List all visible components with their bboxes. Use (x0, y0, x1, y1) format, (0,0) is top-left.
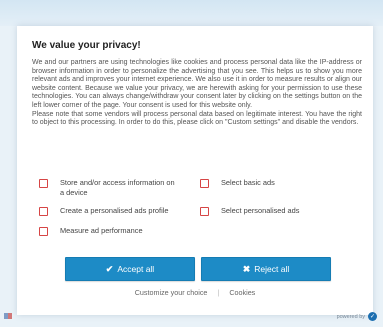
checkbox-select-personalised-ads[interactable] (200, 207, 209, 216)
cookies-link[interactable]: Cookies (229, 288, 255, 297)
accept-all-button[interactable]: ✔ Accept all (65, 257, 195, 281)
reject-all-button[interactable]: ✖ Reject all (201, 257, 331, 281)
accept-all-label: Accept all (117, 264, 155, 274)
option-label: Select personalised ads (221, 206, 300, 215)
option-label: Measure ad performance (60, 226, 143, 235)
flag-settings-icon[interactable] (4, 313, 12, 319)
checkbox-store-access-info[interactable] (39, 179, 48, 188)
consent-description: We and our partners are using technologi… (32, 59, 362, 127)
shield-logo-icon: ✓ (368, 312, 377, 321)
option-personalised-ads-profile[interactable]: Create a personalised ads profile (39, 206, 189, 216)
checkbox-personalised-ads-profile[interactable] (39, 207, 48, 216)
customize-choice-link[interactable]: Customize your choice (135, 288, 208, 297)
option-label: Store and/or access information on a dev… (60, 178, 175, 197)
page-header-background (0, 0, 383, 26)
option-measure-ad-performance[interactable]: Measure ad performance (39, 226, 189, 236)
powered-by-text: powered by (336, 313, 365, 320)
privacy-consent-dialog: We value your privacy! We and our partne… (17, 26, 373, 315)
option-label: Select basic ads (221, 178, 275, 187)
checkbox-measure-ad-performance[interactable] (39, 227, 48, 236)
x-icon: ✖ (242, 263, 251, 274)
option-select-basic-ads[interactable]: Select basic ads (200, 178, 350, 188)
option-label: Create a personalised ads profile (60, 206, 169, 215)
reject-all-label: Reject all (254, 264, 290, 274)
link-separator: | (217, 288, 220, 297)
footer-links: Customize your choice | Cookies (17, 288, 373, 297)
powered-by-badge: powered by ✓ (337, 312, 377, 321)
option-store-access-info[interactable]: Store and/or access information on a dev… (39, 178, 179, 198)
checkmark-icon: ✔ (105, 263, 114, 274)
dialog-body-text: We and our partners are using technologi… (32, 59, 362, 128)
option-select-personalised-ads[interactable]: Select personalised ads (200, 206, 350, 216)
dialog-title: We value your privacy! (32, 40, 141, 51)
checkbox-select-basic-ads[interactable] (200, 179, 209, 188)
